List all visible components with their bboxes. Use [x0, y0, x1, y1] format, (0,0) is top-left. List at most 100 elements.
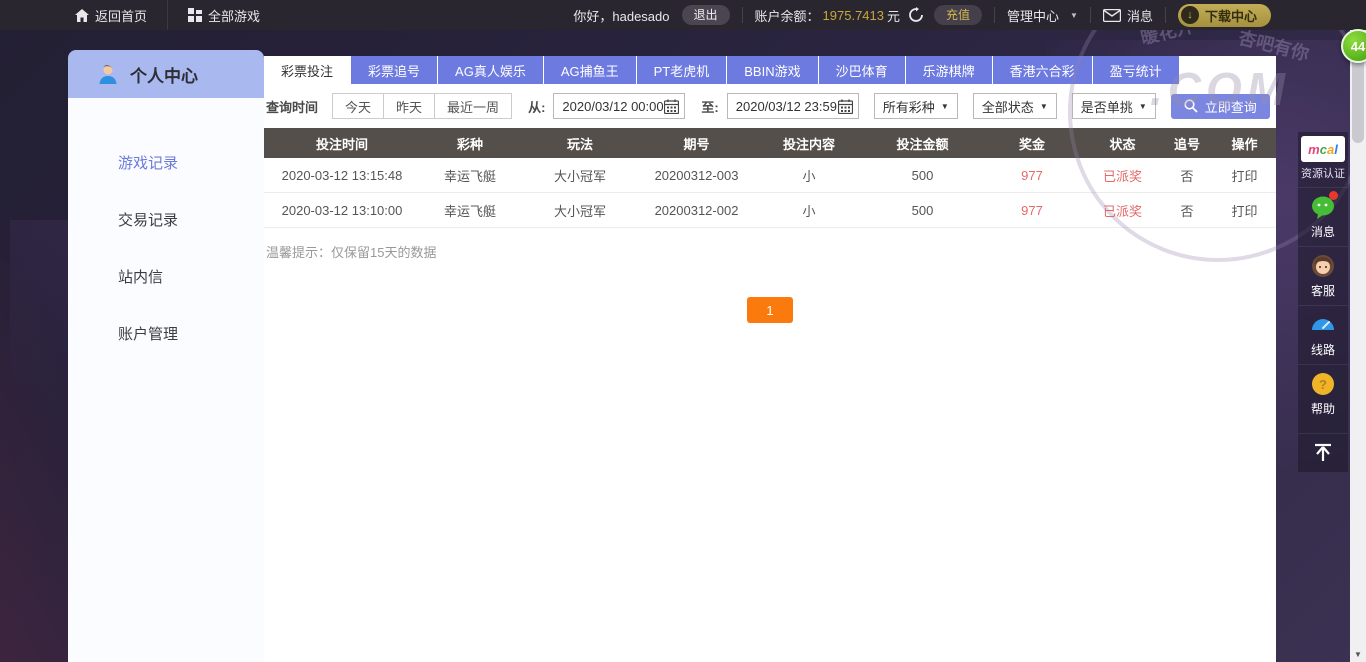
page-1-button[interactable]: 1: [747, 297, 793, 323]
cell-issue: 20200312-003: [640, 158, 753, 192]
retention-tip: 温馨提示：仅保留15天的数据: [264, 242, 1276, 261]
pagination: 1: [264, 297, 1276, 323]
speedometer-icon: [1310, 312, 1336, 338]
logout-button[interactable]: 退出: [682, 5, 730, 25]
float-item-messages[interactable]: 消息: [1298, 187, 1348, 246]
messages-link[interactable]: 消息: [1103, 0, 1153, 30]
admin-center-label: 管理中心: [1007, 6, 1059, 25]
cell-amount: 500: [865, 158, 980, 192]
to-date-input[interactable]: 2020/03/12 23:59: [727, 93, 859, 119]
sidebar-item-account-management[interactable]: 账户管理: [68, 309, 264, 358]
float-item-help[interactable]: ? 帮助: [1298, 364, 1348, 423]
admin-center-menu[interactable]: 管理中心 ▼: [1007, 0, 1078, 30]
query-time-label: 查询时间: [266, 97, 318, 116]
calendar-icon[interactable]: [838, 99, 853, 114]
customer-service-icon: [1310, 253, 1336, 279]
from-date-input[interactable]: 2020/03/12 00:00: [553, 93, 685, 119]
tab-pt-slots[interactable]: PT老虎机: [637, 56, 728, 84]
all-games-link[interactable]: 全部游戏: [188, 0, 260, 30]
cert-logo[interactable]: mcal: [1301, 136, 1345, 162]
scroll-down-arrow[interactable]: ▼: [1350, 646, 1366, 662]
float-item-lines[interactable]: 线路: [1298, 305, 1348, 364]
sidebar-item-game-records[interactable]: 游戏记录: [68, 138, 264, 187]
search-button[interactable]: 立即查询: [1171, 94, 1270, 119]
cell-bet-time: 2020-03-12 13:10:00: [264, 193, 420, 227]
home-label: 返回首页: [95, 6, 147, 25]
col-header: 投注金额: [865, 128, 980, 158]
chevron-down-icon: ▼: [1040, 102, 1048, 111]
float-item-service[interactable]: 客服: [1298, 246, 1348, 305]
today-button[interactable]: 今天: [332, 93, 384, 119]
refresh-icon[interactable]: [908, 7, 924, 23]
balance-value: 1975.7413: [823, 8, 884, 23]
scrollbar[interactable]: ▲ ▼: [1350, 30, 1366, 662]
col-header: 彩种: [420, 128, 520, 158]
col-header: 期号: [640, 128, 753, 158]
lottery-type-value: 所有彩种: [883, 97, 935, 116]
tab-bbin[interactable]: BBIN游戏: [727, 56, 818, 84]
tab-ag-live[interactable]: AG真人娱乐: [438, 56, 544, 84]
status-select[interactable]: 全部状态 ▼: [973, 93, 1057, 119]
cell-playtype: 大小冠军: [520, 193, 640, 227]
to-date-value: 2020/03/12 23:59: [736, 99, 837, 114]
divider: [1090, 7, 1091, 23]
from-label: 从:: [528, 97, 545, 116]
tab-lottery-bets[interactable]: 彩票投注: [264, 56, 351, 84]
grid-icon: [188, 8, 202, 22]
col-header: 状态: [1084, 128, 1161, 158]
cell-lottery: 幸运飞艇: [420, 193, 520, 227]
table-header: 投注时间 彩种 玩法 期号 投注内容 投注金额 奖金 状态 追号 操作: [264, 128, 1276, 158]
divider: [167, 0, 168, 30]
calendar-icon[interactable]: [664, 99, 679, 114]
cert-label: 资源认证: [1301, 165, 1345, 181]
last-week-button[interactable]: 最近一周: [435, 93, 512, 119]
status-value: 全部状态: [982, 97, 1034, 116]
float-label: 消息: [1311, 223, 1335, 240]
filter-bar: 查询时间 今天 昨天 最近一周 从: 2020/03/12 00:00 至:: [264, 88, 1276, 124]
recharge-button[interactable]: 充值: [934, 5, 982, 25]
col-header: 投注时间: [264, 128, 420, 158]
tab-hk-lottery[interactable]: 香港六合彩: [993, 56, 1093, 84]
cell-prize: 977: [980, 193, 1084, 227]
cell-content: 小: [753, 158, 865, 192]
cell-prize: 977: [980, 158, 1084, 192]
chat-icon: [1310, 194, 1336, 220]
cell-status: 已派奖: [1084, 158, 1161, 192]
sidebar-title: 个人中心: [130, 62, 198, 87]
print-link[interactable]: 打印: [1213, 158, 1276, 192]
all-games-label: 全部游戏: [208, 6, 260, 25]
back-to-top-button[interactable]: [1298, 433, 1348, 466]
cell-content: 小: [753, 193, 865, 227]
sidebar-item-site-mail[interactable]: 站内信: [68, 252, 264, 301]
download-center-button[interactable]: ↓ 下载中心: [1178, 4, 1271, 27]
download-center-label: 下载中心: [1205, 6, 1257, 25]
lottery-type-select[interactable]: 所有彩种 ▼: [874, 93, 958, 119]
table-row: 2020-03-12 13:10:00 幸运飞艇 大小冠军 20200312-0…: [264, 193, 1276, 228]
chevron-down-icon: ▼: [1139, 102, 1147, 111]
col-header: 玩法: [520, 128, 640, 158]
svg-text:?: ?: [1319, 377, 1327, 392]
table-row: 2020-03-12 13:15:48 幸运飞艇 大小冠军 20200312-0…: [264, 158, 1276, 193]
print-link[interactable]: 打印: [1213, 193, 1276, 227]
single-pick-select[interactable]: 是否单挑 ▼: [1072, 93, 1156, 119]
tab-saba-sports[interactable]: 沙巴体育: [819, 56, 906, 84]
yesterday-button[interactable]: 昨天: [384, 93, 435, 119]
page: 暖花开 杏吧有你 .COM 返回首页 全部游戏 你好，hadesado 退出 账…: [0, 0, 1366, 662]
col-header: 奖金: [980, 128, 1084, 158]
tab-ag-fishing[interactable]: AG捕鱼王: [544, 56, 637, 84]
tab-lottery-chase[interactable]: 彩票追号: [351, 56, 438, 84]
sidebar-item-transaction-records[interactable]: 交易记录: [68, 195, 264, 244]
single-pick-value: 是否单挑: [1081, 97, 1133, 116]
home-link[interactable]: 返回首页: [75, 0, 147, 30]
notification-badge[interactable]: 44: [1341, 29, 1366, 63]
main-panel: 彩票投注 彩票追号 AG真人娱乐 AG捕鱼王 PT老虎机 BBIN游戏 沙巴体育…: [264, 56, 1276, 662]
tab-leyou-chess[interactable]: 乐游棋牌: [906, 56, 993, 84]
balance-unit: 元: [887, 6, 900, 25]
greeting-text: 你好，hadesado: [573, 6, 669, 25]
user-avatar-icon: [96, 62, 120, 86]
cell-issue: 20200312-002: [640, 193, 753, 227]
topbar: 返回首页 全部游戏 你好，hadesado 退出 账户余额： 1975.7413…: [0, 0, 1366, 30]
tab-profit-stats[interactable]: 盈亏统计: [1093, 56, 1180, 84]
home-icon: [75, 9, 89, 22]
divider: [742, 7, 743, 23]
